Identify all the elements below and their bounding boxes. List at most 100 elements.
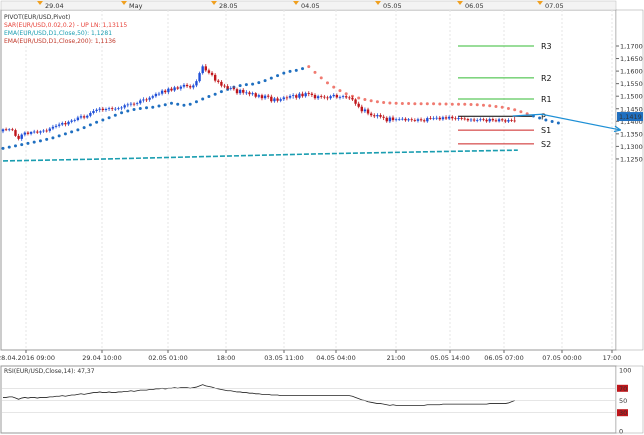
pivot-label-s1: S1 <box>541 126 551 135</box>
sar-dot <box>32 140 36 144</box>
candle-body <box>182 84 186 87</box>
candle-body <box>510 120 513 121</box>
candle-body <box>135 103 139 105</box>
candle-body <box>291 95 295 96</box>
sar-dot <box>76 128 80 132</box>
sar-dot <box>494 104 498 108</box>
candle-body <box>454 118 457 120</box>
candle-body <box>451 116 454 119</box>
sar-dot <box>269 76 273 80</box>
candle-body <box>279 99 282 101</box>
candle-body <box>107 108 111 110</box>
sar-dot <box>425 102 429 106</box>
candle-body <box>407 119 410 121</box>
sar-dot <box>88 123 92 127</box>
sar-dot <box>388 101 392 105</box>
sar-dot <box>45 137 49 141</box>
candle-body <box>463 118 466 120</box>
x-tick-label: 29.04 10:00 <box>82 354 121 362</box>
candle-body <box>242 89 245 93</box>
candle-body <box>51 126 55 129</box>
candle-body <box>488 119 491 122</box>
sar-dot <box>506 106 510 110</box>
sar-dot <box>288 69 292 73</box>
rsi-tick-label: 70 <box>619 385 627 393</box>
y-tick-label: 1,1700 <box>620 43 643 51</box>
sar-dot <box>444 102 448 106</box>
sar-dot <box>126 109 130 113</box>
candle-body <box>320 96 323 97</box>
rsi-tick-label: 30 <box>619 409 627 417</box>
candle-body <box>444 117 448 119</box>
candle-body <box>497 119 501 122</box>
sar-dot <box>394 101 398 105</box>
sar-dot <box>188 102 192 106</box>
candle-body <box>42 130 45 132</box>
pivot-label-r2: R2 <box>541 74 552 83</box>
candle-body <box>145 99 148 101</box>
candle-body <box>89 113 92 116</box>
candle-body <box>263 95 267 99</box>
candle-body <box>101 108 105 111</box>
candle-body <box>373 115 376 117</box>
candle-body <box>95 109 98 112</box>
candle-body <box>276 98 279 101</box>
rsi-tick-label: 100 <box>619 367 631 375</box>
sar-dot <box>519 110 523 114</box>
candle-body <box>360 106 363 112</box>
x-axis-ticks: 28.04.2016 09:00 29.04 10:00 02.05 01:00 18… <box>0 350 621 362</box>
candle-body <box>132 103 136 105</box>
candle-body <box>123 105 126 108</box>
candle-body <box>57 124 61 126</box>
candle-body <box>457 118 460 120</box>
candle-body <box>195 81 198 86</box>
rsi-tick-label: 0 <box>619 428 623 435</box>
candle-body <box>201 66 204 74</box>
last-price-label: 1,1419 <box>619 113 642 121</box>
candle-body <box>251 93 254 95</box>
candle-body <box>404 118 407 121</box>
x-tick-label: 07.05 00:00 <box>542 354 581 362</box>
timeline-label: 28.05 <box>219 2 238 10</box>
sar-dot <box>500 105 504 109</box>
sar-dot <box>313 70 317 74</box>
candle-body <box>472 119 476 121</box>
sar-dot <box>113 113 117 117</box>
sar-dot <box>95 120 99 124</box>
sar-dot <box>556 121 560 125</box>
pivot-label-r1: R1 <box>541 95 552 104</box>
candle-body <box>432 118 435 120</box>
candle-body <box>476 120 479 121</box>
sar-dot <box>363 97 367 101</box>
candle-body <box>54 125 58 127</box>
sar-dot <box>382 100 386 104</box>
candle-body <box>388 117 392 122</box>
sar-dot <box>151 105 155 109</box>
candle-body <box>282 97 285 100</box>
x-tick-label: 17:00 <box>603 354 622 362</box>
candle-body <box>413 120 417 121</box>
candle-body <box>376 115 379 117</box>
candle-body <box>70 120 73 122</box>
sar-dot <box>51 136 55 140</box>
sar-dot <box>263 79 267 83</box>
candle-body <box>185 84 189 87</box>
sar-dot <box>544 118 548 122</box>
candle-body <box>139 100 142 104</box>
sar-dot <box>213 92 217 96</box>
candle-body <box>460 118 463 119</box>
candle-body <box>176 87 179 89</box>
candle-body <box>82 116 86 118</box>
sar-dot <box>550 120 554 124</box>
candle-body <box>39 131 42 133</box>
candle-body <box>301 93 304 97</box>
candle-body <box>86 115 89 118</box>
candle-body <box>479 119 482 121</box>
candle-body <box>4 129 8 131</box>
candle-body <box>348 97 351 99</box>
timeline-label: 04.05 <box>301 2 320 10</box>
candle-body <box>129 103 133 105</box>
x-tick-label: 05.05 14:00 <box>430 354 469 362</box>
sar-dot <box>1 146 5 150</box>
candle-body <box>173 87 176 91</box>
